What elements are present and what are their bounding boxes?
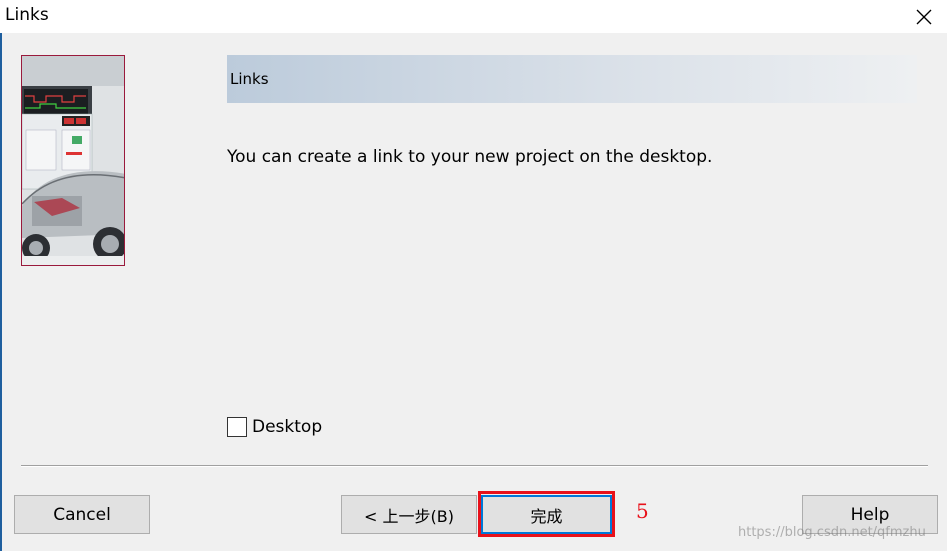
finish-button[interactable]: 完成 <box>481 495 612 534</box>
desktop-checkbox-label: Desktop <box>252 417 323 437</box>
desktop-checkbox-box[interactable] <box>227 417 247 437</box>
window-left-border <box>0 33 2 551</box>
car-dashboard-image <box>22 56 124 265</box>
step-annotation: 5 <box>636 499 649 523</box>
cancel-button[interactable]: Cancel <box>14 495 150 534</box>
page-title: Links <box>230 70 269 88</box>
title-bar: Links <box>0 0 947 33</box>
wizard-side-image <box>21 55 125 266</box>
close-icon <box>916 9 932 24</box>
back-button[interactable]: < 上一步(B) <box>341 495 477 534</box>
watermark-text: https://blog.csdn.net/qfmzhu <box>738 525 926 540</box>
separator-line <box>21 465 928 467</box>
window-title: Links <box>5 5 49 25</box>
description-text: You can create a link to your new projec… <box>227 147 713 167</box>
close-button[interactable] <box>901 0 947 33</box>
wizard-header-band: Links <box>227 55 917 103</box>
desktop-checkbox[interactable]: Desktop <box>227 416 322 438</box>
